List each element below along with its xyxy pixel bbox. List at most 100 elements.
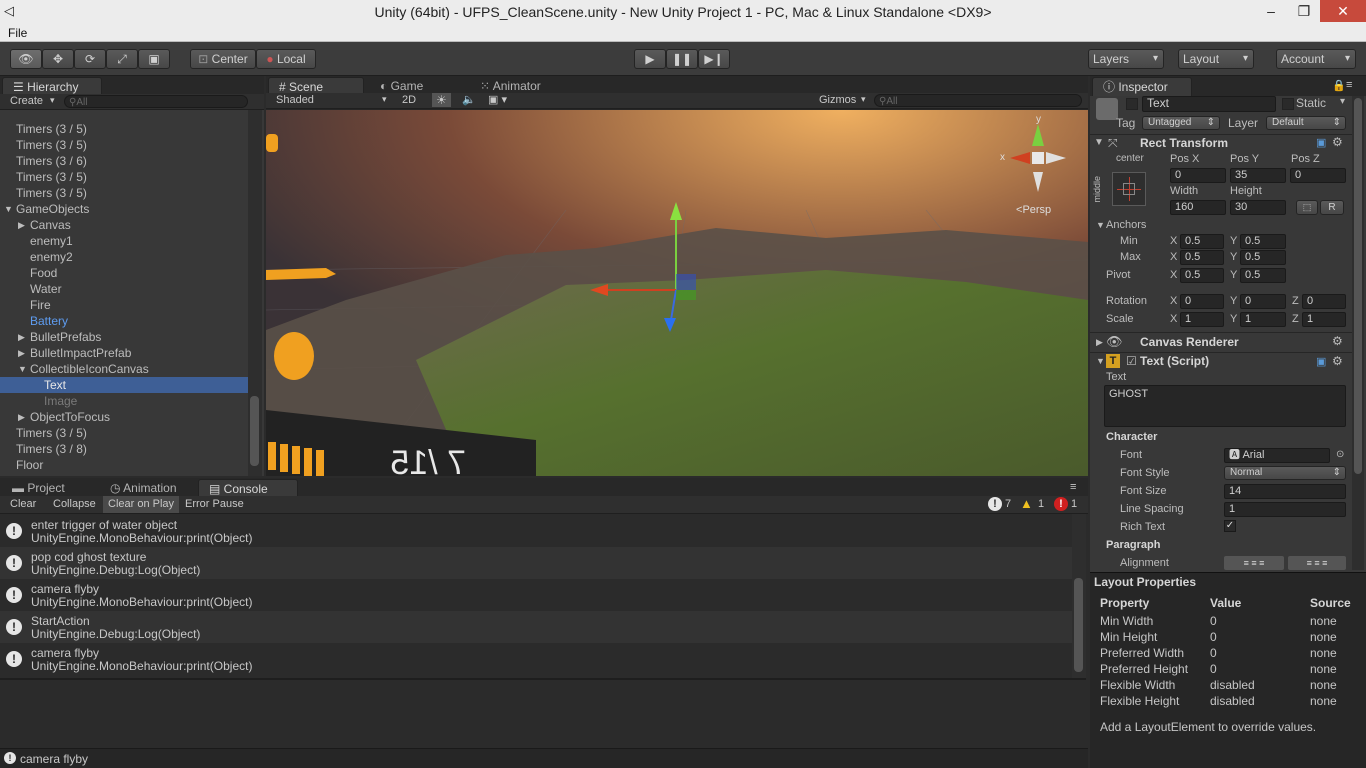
console-scrollbar[interactable] [1072, 514, 1086, 680]
console-scroll-thumb[interactable] [1074, 578, 1083, 672]
hierarchy-item[interactable]: Water [0, 281, 248, 297]
account-dropdown[interactable]: Account [1276, 49, 1356, 69]
rotation-x-field[interactable]: 0 [1180, 294, 1224, 309]
hierarchy-item[interactable]: ▼ CollectibleIconCanvas [0, 361, 248, 377]
hierarchy-item[interactable]: Floor [0, 457, 248, 473]
console-splitter[interactable] [0, 678, 1086, 680]
hierarchy-item[interactable]: Timers (3 / 6) [0, 153, 248, 169]
move-tool-button[interactable]: ✥ [42, 49, 74, 69]
collapsed-arrow-icon[interactable]: ▶ [18, 345, 25, 361]
shading-dropdown[interactable]: Shaded [276, 94, 314, 106]
rotate-tool-button[interactable]: ⟳ [74, 49, 106, 69]
hierarchy-item[interactable]: Timers (3 / 5) [0, 169, 248, 185]
status-message[interactable]: camera flyby [20, 752, 88, 766]
font-size-field[interactable]: 14 [1224, 484, 1346, 499]
text-value-area[interactable]: GHOST [1104, 385, 1346, 427]
static-checkbox[interactable] [1282, 98, 1294, 110]
info-count-toggle[interactable]: 7 [1005, 498, 1011, 510]
hierarchy-item[interactable]: ▶ BulletPrefabs [0, 329, 248, 345]
expanded-arrow-icon[interactable]: ▼ [4, 201, 13, 217]
hierarchy-item[interactable]: Timers (3 / 8) [0, 441, 248, 457]
font-picker-icon[interactable]: ⊙ [1336, 449, 1344, 460]
text-script-settings-icon[interactable]: ⚙ [1332, 354, 1343, 368]
inspector-scrollbar[interactable] [1352, 96, 1364, 570]
console-error-pause-button[interactable]: Error Pause [185, 498, 244, 510]
text-script-help-icon[interactable]: ▣ [1316, 355, 1326, 368]
hierarchy-search-input[interactable]: ⚲All [64, 95, 248, 108]
rotation-y-field[interactable]: 0 [1240, 294, 1286, 309]
hierarchy-scroll-thumb[interactable] [250, 396, 259, 466]
layers-dropdown[interactable]: Layers [1088, 49, 1164, 69]
scene-effects-dropdown[interactable]: ▣ ▾ [488, 93, 507, 106]
raw-edit-button[interactable]: R [1320, 200, 1344, 215]
rect-settings-icon[interactable]: ⚙ [1332, 135, 1343, 149]
hierarchy-item[interactable]: ▶ BulletImpactPrefab [0, 345, 248, 361]
console-entry[interactable]: ! pop cod ghost texture UnityEngine.Debug:… [0, 547, 1072, 579]
active-checkbox[interactable] [1126, 98, 1138, 110]
anchor-min-x-field[interactable]: 0.5 [1180, 234, 1224, 249]
vertical-alignment-group[interactable]: ≡ ≡ ≡ [1288, 556, 1346, 570]
collapsed-arrow-icon[interactable]: ▶ [18, 217, 25, 233]
hierarchy-item[interactable]: Image [0, 393, 248, 409]
pivot-x-field[interactable]: 0.5 [1180, 268, 1224, 283]
horizontal-alignment-group[interactable]: ≡ ≡ ≡ [1224, 556, 1284, 570]
layer-dropdown[interactable]: Default ⇕ [1266, 116, 1346, 130]
inspector-scroll-thumb[interactable] [1354, 98, 1362, 474]
font-field[interactable]: 🅰 Arial [1224, 448, 1330, 463]
console-entry[interactable]: ! camera flyby UnityEngine.MonoBehaviour:p… [0, 643, 1072, 675]
pivot-center-button[interactable]: ⊡ Center [190, 49, 256, 69]
hierarchy-item[interactable]: Timers (3 / 5) [0, 121, 248, 137]
projection-toggle[interactable]: <Persp [1016, 204, 1051, 216]
console-collapse-button[interactable]: Collapse [53, 498, 96, 510]
pos-z-field[interactable]: 0 [1290, 168, 1346, 183]
console-entry[interactable]: ! StartAction UnityEngine.Debug:Log(Object… [0, 611, 1072, 643]
scale-z-field[interactable]: 1 [1302, 312, 1346, 327]
play-button[interactable]: ▶ [634, 49, 666, 69]
collapsed-arrow-icon[interactable]: ▶ [18, 329, 25, 345]
hierarchy-item[interactable]: Text [0, 377, 248, 393]
tab-inspector[interactable]: ⓘ Inspector [1092, 77, 1192, 96]
hierarchy-item[interactable]: Timers (3 / 5) [0, 425, 248, 441]
minimize-button[interactable]: – [1256, 0, 1286, 22]
close-button[interactable]: ✕ [1320, 0, 1366, 22]
hierarchy-item[interactable]: Timers (3 / 5) [0, 185, 248, 201]
anchors-expand-icon[interactable]: ▼ [1096, 220, 1105, 230]
rect-expand-icon[interactable]: ▼ [1094, 137, 1104, 148]
gizmos-dropdown[interactable]: Gizmos [819, 94, 856, 106]
text-script-expand-icon[interactable]: ▼ [1096, 356, 1105, 366]
mode-2d-toggle[interactable]: 2D [402, 94, 416, 106]
create-dropdown[interactable]: Create [10, 95, 43, 107]
rich-text-checkbox[interactable]: ✓ [1224, 520, 1236, 532]
rect-help-icon[interactable]: ▣ [1316, 136, 1326, 149]
hierarchy-item[interactable]: ▶ ObjectToFocus [0, 409, 248, 425]
static-chevron-icon[interactable]: ▾ [1340, 96, 1345, 107]
blueprint-mode-button[interactable]: ⬚ [1296, 200, 1318, 215]
hierarchy-item[interactable]: Timers (3 / 5) [0, 137, 248, 153]
font-style-dropdown[interactable]: Normal ⇕ [1224, 466, 1346, 480]
console-entry[interactable]: ! camera flyby UnityEngine.MonoBehaviour:p… [0, 579, 1072, 611]
console-entry[interactable]: ! enter trigger of water object UnityEngin… [0, 515, 1072, 547]
anchor-max-y-field[interactable]: 0.5 [1240, 250, 1286, 265]
anchor-preset-button[interactable] [1112, 172, 1146, 206]
scene-viewport[interactable]: 7 /15 y x <Persp [266, 110, 1088, 476]
gameobject-name-input[interactable]: Text [1142, 96, 1276, 112]
anchor-min-y-field[interactable]: 0.5 [1240, 234, 1286, 249]
restore-button[interactable]: ❐ [1289, 0, 1319, 22]
collapsed-arrow-icon[interactable]: ▶ [18, 409, 25, 425]
menu-file[interactable]: File [8, 26, 27, 40]
height-field[interactable]: 30 [1230, 200, 1286, 215]
pivot-local-button[interactable]: ● Local [256, 49, 316, 69]
lock-icon[interactable]: 🔒 [1332, 79, 1346, 92]
scene-audio-toggle[interactable]: 🔈 [462, 93, 476, 106]
pos-y-field[interactable]: 35 [1230, 168, 1286, 183]
scene-orientation-gizmo[interactable]: y x [1000, 114, 1070, 200]
hierarchy-item[interactable]: enemy2 [0, 249, 248, 265]
hierarchy-item[interactable]: ▶ Canvas [0, 217, 248, 233]
canvas-renderer-settings-icon[interactable]: ⚙ [1332, 334, 1343, 348]
rotation-z-field[interactable]: 0 [1302, 294, 1346, 309]
console-clear-button[interactable]: Clear [10, 498, 36, 510]
line-spacing-field[interactable]: 1 [1224, 502, 1346, 517]
hierarchy-item[interactable]: enemy1 [0, 233, 248, 249]
scene-search-input[interactable]: ⚲All [874, 94, 1082, 107]
scene-lighting-toggle[interactable]: ☀ [432, 93, 451, 107]
